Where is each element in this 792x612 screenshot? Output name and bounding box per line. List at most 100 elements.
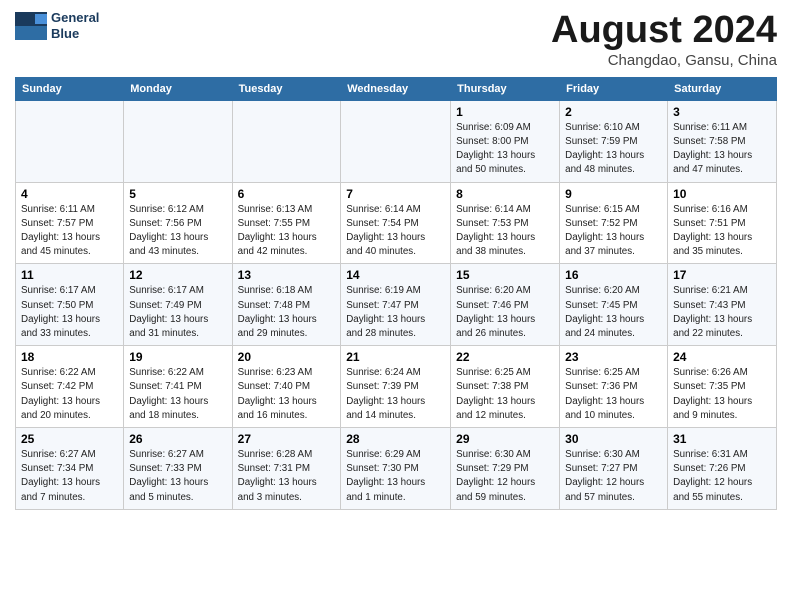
day-number: 13 — [238, 268, 336, 282]
calendar-week-4: 18 Sunrise: 6:22 AMSunset: 7:42 PMDayligh… — [16, 346, 777, 428]
logo: General Blue — [15, 10, 99, 41]
day-info: Sunrise: 6:17 AMSunset: 7:49 PMDaylight:… — [129, 284, 226, 341]
weekday-header-sunday: Sunday — [16, 77, 124, 100]
calendar-cell: 3Sunrise: 6:11 AMSunset: 7:58 PMDaylight… — [668, 100, 777, 182]
day-number: 15 — [456, 268, 554, 282]
month-title: August 2024 — [551, 10, 777, 52]
calendar-cell: 12 Sunrise: 6:17 AMSunset: 7:49 PMDayligh… — [124, 264, 232, 346]
day-number: 10 — [673, 187, 771, 201]
day-number: 9 — [565, 187, 662, 201]
calendar-cell — [341, 100, 451, 182]
day-info: Sunrise: 6:21 AMSunset: 7:43 PMDaylight:… — [673, 284, 771, 341]
calendar-cell: 31 Sunrise: 6:31 AMSunset: 7:26 PMDayligh… — [668, 428, 777, 510]
day-info: Sunrise: 6:23 AMSunset: 7:40 PMDaylight:… — [238, 366, 336, 423]
day-number: 22 — [456, 350, 554, 364]
day-info: Sunrise: 6:24 AMSunset: 7:39 PMDaylight:… — [346, 366, 445, 423]
day-info: Sunrise: 6:15 AMSunset: 7:52 PMDaylight:… — [565, 203, 662, 260]
calendar-cell: 24 Sunrise: 6:26 AMSunset: 7:35 PMDayligh… — [668, 346, 777, 428]
day-info: Sunrise: 6:14 AMSunset: 7:53 PMDaylight:… — [456, 203, 554, 260]
day-info: Sunrise: 6:29 AMSunset: 7:30 PMDaylight:… — [346, 448, 445, 505]
day-info: Sunrise: 6:25 AMSunset: 7:36 PMDaylight:… — [565, 366, 662, 423]
weekday-header-monday: Monday — [124, 77, 232, 100]
calendar-cell: 11Sunrise: 6:17 AMSunset: 7:50 PMDayligh… — [16, 264, 124, 346]
day-number: 5 — [129, 187, 226, 201]
day-number: 28 — [346, 432, 445, 446]
calendar-cell: 19 Sunrise: 6:22 AMSunset: 7:41 PMDayligh… — [124, 346, 232, 428]
day-info: Sunrise: 6:12 AMSunset: 7:56 PMDaylight:… — [129, 203, 226, 260]
day-number: 6 — [238, 187, 336, 201]
calendar-cell: 30 Sunrise: 6:30 AMSunset: 7:27 PMDayligh… — [560, 428, 668, 510]
calendar-cell: 23Sunrise: 6:25 AMSunset: 7:36 PMDayligh… — [560, 346, 668, 428]
day-info: Sunrise: 6:19 AMSunset: 7:47 PMDaylight:… — [346, 284, 445, 341]
logo-text: General Blue — [51, 10, 99, 41]
calendar-cell — [124, 100, 232, 182]
day-number: 25 — [21, 432, 118, 446]
weekday-header-saturday: Saturday — [668, 77, 777, 100]
day-info: Sunrise: 6:16 AMSunset: 7:51 PMDaylight:… — [673, 203, 771, 260]
day-number: 18 — [21, 350, 118, 364]
day-info: Sunrise: 6:26 AMSunset: 7:35 PMDaylight:… — [673, 366, 771, 423]
calendar-cell: 16 Sunrise: 6:20 AMSunset: 7:45 PMDayligh… — [560, 264, 668, 346]
title-block: August 2024 Changdao, Gansu, China — [551, 10, 777, 69]
day-number: 31 — [673, 432, 771, 446]
day-number: 12 — [129, 268, 226, 282]
weekday-header-row: SundayMondayTuesdayWednesdayThursdayFrid… — [16, 77, 777, 100]
day-number: 30 — [565, 432, 662, 446]
day-info: Sunrise: 6:22 AMSunset: 7:42 PMDaylight:… — [21, 366, 118, 423]
day-info: Sunrise: 6:09 AMSunset: 8:00 PMDaylight:… — [456, 121, 554, 178]
day-number: 7 — [346, 187, 445, 201]
calendar-cell: 1 Sunrise: 6:09 AMSunset: 8:00 PMDaylight… — [451, 100, 560, 182]
day-info: Sunrise: 6:25 AMSunset: 7:38 PMDaylight:… — [456, 366, 554, 423]
calendar-cell: 4Sunrise: 6:11 AMSunset: 7:57 PMDaylight… — [16, 182, 124, 264]
calendar-cell: 6Sunrise: 6:13 AMSunset: 7:55 PMDaylight… — [232, 182, 341, 264]
calendar-cell: 8 Sunrise: 6:14 AMSunset: 7:53 PMDaylight… — [451, 182, 560, 264]
day-info: Sunrise: 6:18 AMSunset: 7:48 PMDaylight:… — [238, 284, 336, 341]
day-number: 21 — [346, 350, 445, 364]
calendar-cell — [16, 100, 124, 182]
calendar-cell: 5 Sunrise: 6:12 AMSunset: 7:56 PMDaylight… — [124, 182, 232, 264]
day-number: 1 — [456, 105, 554, 119]
location-subtitle: Changdao, Gansu, China — [551, 52, 777, 69]
day-info: Sunrise: 6:20 AMSunset: 7:45 PMDaylight:… — [565, 284, 662, 341]
calendar-week-5: 25 Sunrise: 6:27 AMSunset: 7:34 PMDayligh… — [16, 428, 777, 510]
day-info: Sunrise: 6:30 AMSunset: 7:27 PMDaylight:… — [565, 448, 662, 505]
day-number: 2 — [565, 105, 662, 119]
day-info: Sunrise: 6:28 AMSunset: 7:31 PMDaylight:… — [238, 448, 336, 505]
day-info: Sunrise: 6:11 AMSunset: 7:57 PMDaylight:… — [21, 203, 118, 260]
calendar-cell: 9 Sunrise: 6:15 AMSunset: 7:52 PMDaylight… — [560, 182, 668, 264]
day-info: Sunrise: 6:10 AMSunset: 7:59 PMDaylight:… — [565, 121, 662, 178]
calendar-cell: 18 Sunrise: 6:22 AMSunset: 7:42 PMDayligh… — [16, 346, 124, 428]
day-info: Sunrise: 6:30 AMSunset: 7:29 PMDaylight:… — [456, 448, 554, 505]
day-number: 8 — [456, 187, 554, 201]
day-number: 27 — [238, 432, 336, 446]
calendar-cell: 22 Sunrise: 6:25 AMSunset: 7:38 PMDayligh… — [451, 346, 560, 428]
day-info: Sunrise: 6:31 AMSunset: 7:26 PMDaylight:… — [673, 448, 771, 505]
calendar-cell: 26 Sunrise: 6:27 AMSunset: 7:33 PMDayligh… — [124, 428, 232, 510]
day-info: Sunrise: 6:27 AMSunset: 7:34 PMDaylight:… — [21, 448, 118, 505]
calendar-cell: 27 Sunrise: 6:28 AMSunset: 7:31 PMDayligh… — [232, 428, 341, 510]
weekday-header-wednesday: Wednesday — [341, 77, 451, 100]
page-header: General Blue August 2024 Changdao, Gansu… — [15, 10, 777, 69]
day-number: 26 — [129, 432, 226, 446]
weekday-header-friday: Friday — [560, 77, 668, 100]
day-number: 16 — [565, 268, 662, 282]
day-number: 20 — [238, 350, 336, 364]
day-info: Sunrise: 6:11 AMSunset: 7:58 PMDaylight:… — [673, 121, 771, 178]
calendar-cell: 13 Sunrise: 6:18 AMSunset: 7:48 PMDayligh… — [232, 264, 341, 346]
day-info: Sunrise: 6:20 AMSunset: 7:46 PMDaylight:… — [456, 284, 554, 341]
calendar-cell: 7Sunrise: 6:14 AMSunset: 7:54 PMDaylight… — [341, 182, 451, 264]
day-info: Sunrise: 6:22 AMSunset: 7:41 PMDaylight:… — [129, 366, 226, 423]
calendar-cell: 10 Sunrise: 6:16 AMSunset: 7:51 PMDayligh… — [668, 182, 777, 264]
day-info: Sunrise: 6:27 AMSunset: 7:33 PMDaylight:… — [129, 448, 226, 505]
calendar-cell: 20 Sunrise: 6:23 AMSunset: 7:40 PMDayligh… — [232, 346, 341, 428]
calendar-week-2: 4Sunrise: 6:11 AMSunset: 7:57 PMDaylight… — [16, 182, 777, 264]
day-number: 24 — [673, 350, 771, 364]
calendar-table: SundayMondayTuesdayWednesdayThursdayFrid… — [15, 77, 777, 510]
day-number: 19 — [129, 350, 226, 364]
calendar-cell: 28 Sunrise: 6:29 AMSunset: 7:30 PMDayligh… — [341, 428, 451, 510]
calendar-cell: 25 Sunrise: 6:27 AMSunset: 7:34 PMDayligh… — [16, 428, 124, 510]
day-number: 29 — [456, 432, 554, 446]
calendar-week-3: 11Sunrise: 6:17 AMSunset: 7:50 PMDayligh… — [16, 264, 777, 346]
weekday-header-tuesday: Tuesday — [232, 77, 341, 100]
day-info: Sunrise: 6:17 AMSunset: 7:50 PMDaylight:… — [21, 284, 118, 341]
